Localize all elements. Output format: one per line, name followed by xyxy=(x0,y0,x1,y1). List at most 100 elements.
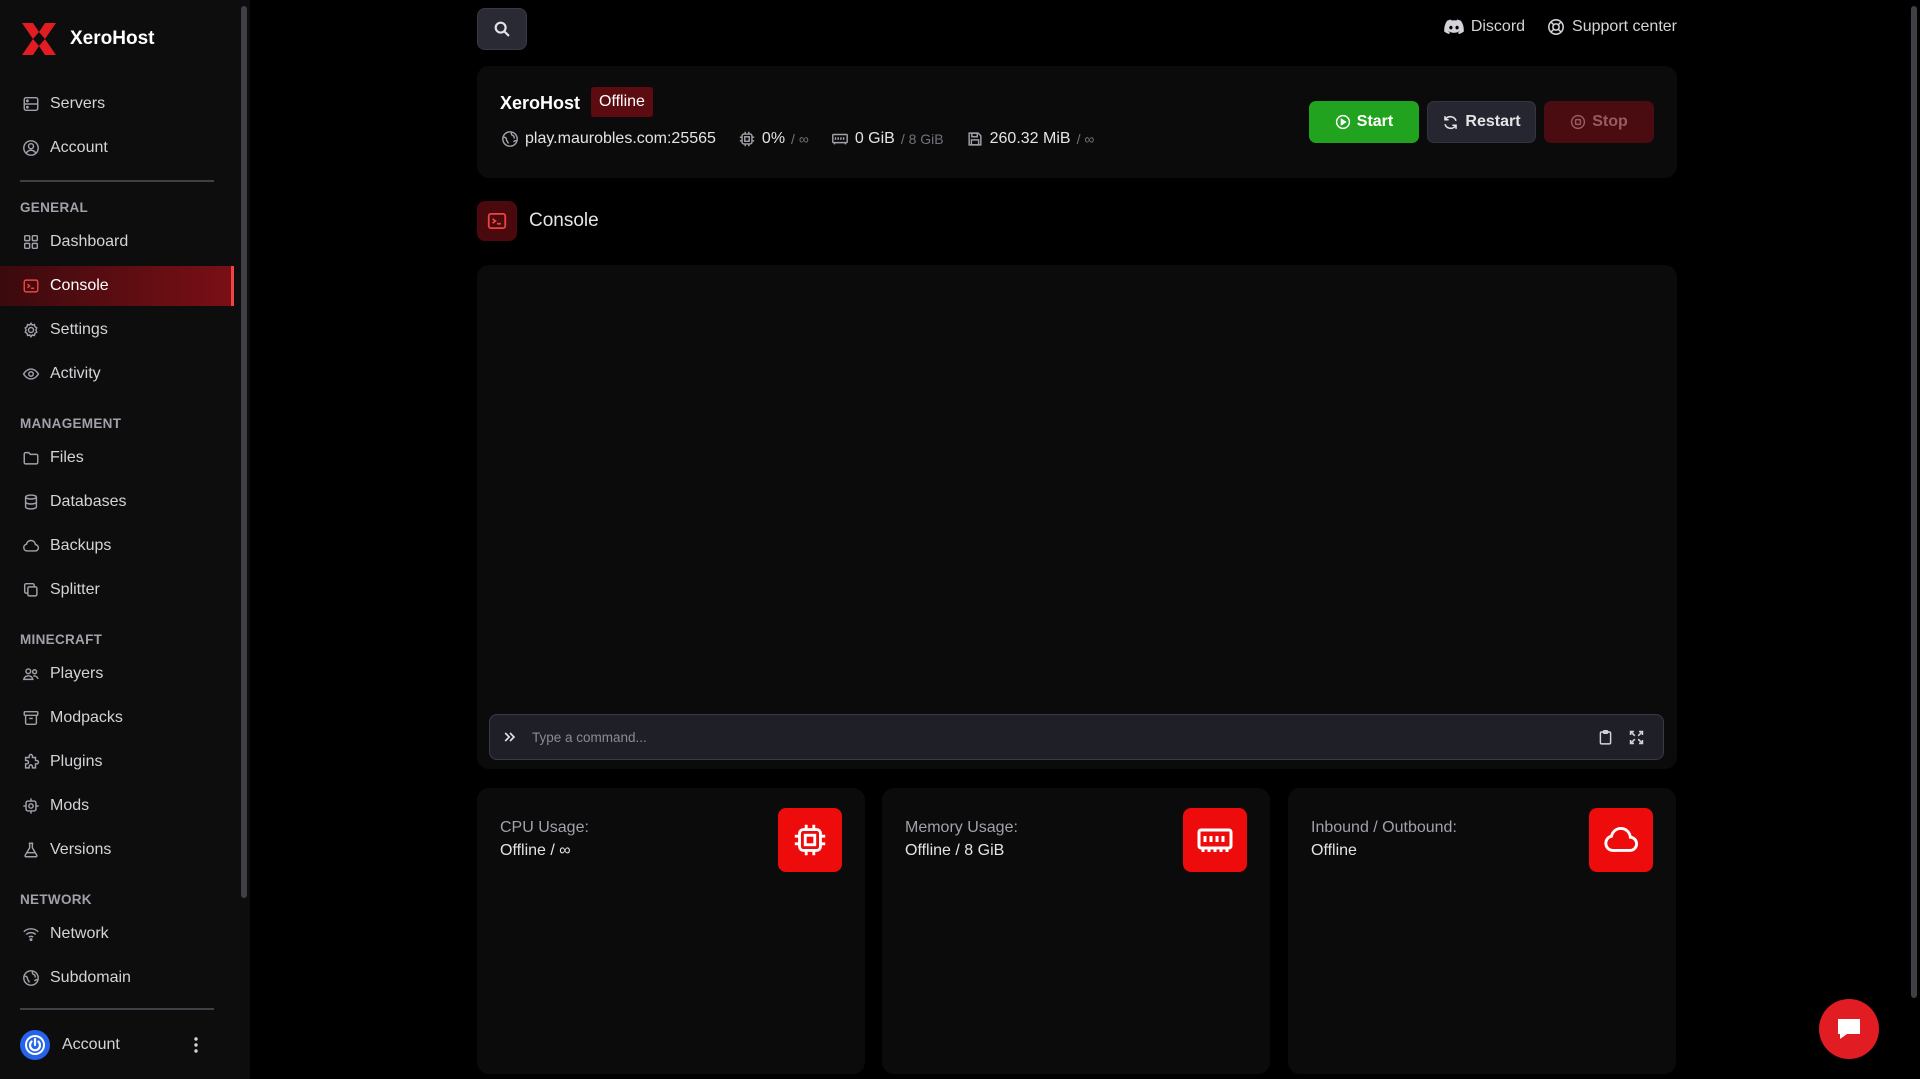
nav-network[interactable]: Network xyxy=(0,914,234,954)
nav-label: Account xyxy=(50,139,108,156)
cpu-icon xyxy=(794,824,826,856)
restart-button[interactable]: Restart xyxy=(1427,101,1536,143)
nav-plugins[interactable]: Plugins xyxy=(0,742,234,782)
status-badge: Offline xyxy=(591,87,653,117)
lifebuoy-icon xyxy=(1548,19,1565,35)
nav-dashboard[interactable]: Dashboard xyxy=(0,222,234,262)
xerohost-logo-icon xyxy=(20,20,58,58)
nav-label: Splitter xyxy=(50,581,100,598)
refresh-icon xyxy=(1444,115,1458,129)
nav-files[interactable]: Files xyxy=(0,438,234,478)
memory-value: 0 GiB xyxy=(854,130,895,147)
globe-icon xyxy=(502,131,518,147)
nav-settings[interactable]: Settings xyxy=(0,310,234,350)
globe-icon xyxy=(23,970,39,986)
expand-icon[interactable] xyxy=(1628,729,1645,746)
nav-label: Plugins xyxy=(50,753,103,770)
nav-databases[interactable]: Databases xyxy=(0,482,234,522)
clipboard-icon[interactable] xyxy=(1597,729,1614,746)
nav-label: Mods xyxy=(50,797,90,814)
nav-players[interactable]: Players xyxy=(0,654,234,694)
flask-icon xyxy=(24,842,38,858)
memory-usage-label: Memory Usage: xyxy=(905,819,1018,836)
brand-name: XeroHost xyxy=(70,28,155,49)
nav-label: Network xyxy=(50,925,109,942)
stop-label: Stop xyxy=(1592,113,1628,130)
server-icon xyxy=(23,96,39,112)
memory-icon xyxy=(1197,828,1233,852)
archive-icon xyxy=(23,710,39,726)
terminal-icon xyxy=(23,279,39,293)
cloud-icon xyxy=(1604,827,1638,852)
nav-servers[interactable]: Servers xyxy=(0,84,234,124)
folder-icon xyxy=(23,451,39,465)
nav-label: Subdomain xyxy=(50,969,131,986)
nav-activity[interactable]: Activity xyxy=(0,354,234,394)
gear-icon xyxy=(24,321,38,339)
command-bar xyxy=(489,714,1664,760)
network-usage-card: Inbound / Outbound: Offline xyxy=(1288,788,1676,1074)
support-link[interactable]: Support center xyxy=(1547,18,1677,36)
nav-versions[interactable]: Versions xyxy=(0,830,234,870)
disk-value: 260.32 MiB xyxy=(989,130,1071,147)
top-links: Discord Support center xyxy=(1444,18,1677,36)
kebab-menu-icon[interactable] xyxy=(186,1030,206,1060)
cpu-usage-card: CPU Usage: Offline / ∞ xyxy=(477,788,865,1074)
discord-icon xyxy=(1444,19,1464,35)
nav-account[interactable]: Account xyxy=(0,128,234,168)
nav-label: Files xyxy=(50,449,84,466)
nav-label: Backups xyxy=(50,537,112,554)
network-usage-value: Offline xyxy=(1311,842,1357,859)
nav-modpacks[interactable]: Modpacks xyxy=(0,698,234,738)
start-button[interactable]: Start xyxy=(1309,101,1419,143)
server-address: play.maurobles.com:25565 xyxy=(525,130,716,147)
nav-console[interactable]: Console xyxy=(0,266,234,306)
grid-icon xyxy=(23,234,39,250)
server-stats: play.maurobles.com:25565 0% / ∞ 0 GiB / … xyxy=(501,130,1094,148)
restart-label: Restart xyxy=(1465,113,1521,130)
console-badge xyxy=(477,201,517,241)
cloud-icon xyxy=(23,539,40,552)
console-header: Console xyxy=(477,201,599,241)
memory-icon-badge xyxy=(1183,808,1247,872)
chat-button[interactable] xyxy=(1819,999,1879,1059)
discord-link[interactable]: Discord xyxy=(1444,18,1525,36)
nav-label: Activity xyxy=(50,365,101,382)
memory-limit: / 8 GiB xyxy=(900,131,944,147)
nav-label: Console xyxy=(50,277,109,294)
section-minecraft: MINECRAFT xyxy=(20,632,103,647)
nav-label: Servers xyxy=(50,95,106,112)
nav-subdomain[interactable]: Subdomain xyxy=(0,958,234,998)
cpu-icon-badge xyxy=(778,808,842,872)
section-management: MANAGEMENT xyxy=(20,416,122,431)
page-scrollbar[interactable] xyxy=(1911,6,1917,998)
sidebar-scrollbar[interactable] xyxy=(241,6,247,898)
stop-button[interactable]: Stop xyxy=(1544,101,1654,143)
memory-usage-value: Offline / 8 GiB xyxy=(905,842,1005,859)
save-icon xyxy=(968,132,982,146)
power-icon xyxy=(25,1035,45,1055)
nav-label: Dashboard xyxy=(50,233,129,250)
puzzle-icon xyxy=(24,753,40,769)
nav-backups[interactable]: Backups xyxy=(0,526,234,566)
cpu-icon xyxy=(739,131,755,147)
disk-stat: 260.32 MiB / ∞ xyxy=(966,130,1094,148)
memory-stat: 0 GiB / 8 GiB xyxy=(831,130,944,148)
brand[interactable]: XeroHost xyxy=(20,20,154,58)
command-input[interactable] xyxy=(530,728,1597,746)
support-label: Support center xyxy=(1572,18,1677,35)
search-button[interactable] xyxy=(477,8,527,50)
cpu-usage-label: CPU Usage: xyxy=(500,819,589,836)
console-output[interactable] xyxy=(477,265,1677,769)
nav-label: Versions xyxy=(50,841,112,858)
database-icon xyxy=(24,494,38,510)
server-name: XeroHost xyxy=(500,93,581,113)
start-label: Start xyxy=(1356,113,1394,130)
account-menu[interactable]: Account xyxy=(20,1028,206,1062)
memory-icon xyxy=(831,133,848,145)
nav-label: Settings xyxy=(50,321,108,338)
nav-splitter[interactable]: Splitter xyxy=(0,570,234,610)
memory-usage-card: Memory Usage: Offline / 8 GiB xyxy=(882,788,1270,1074)
address-stat[interactable]: play.maurobles.com:25565 xyxy=(501,130,716,148)
nav-mods[interactable]: Mods xyxy=(0,786,234,826)
